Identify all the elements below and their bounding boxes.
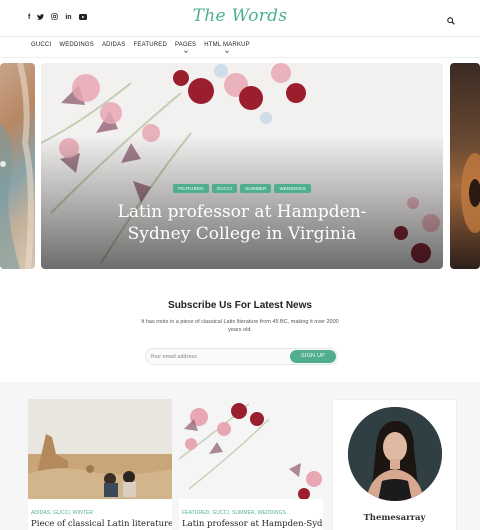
- hero-tag[interactable]: SUMMER: [240, 184, 272, 193]
- subscribe-title: Subscribe Us For Latest News: [168, 300, 312, 311]
- nav-item-weddings[interactable]: WEDDINGS: [59, 42, 94, 48]
- post-title[interactable]: Latin professor at Hampden-Sydney: [182, 519, 323, 529]
- site-logo[interactable]: The Words: [0, 6, 480, 26]
- posts-section: ADIDAS, GUCCI, WINTER Piece of classical…: [0, 382, 480, 530]
- subscribe-form: SIGN UP: [145, 348, 338, 365]
- avatar[interactable]: [348, 407, 442, 501]
- nav-item-pages-label: PAGES: [175, 42, 197, 48]
- site-header: f in The Words: [0, 0, 480, 36]
- hero-tag[interactable]: WEDDINGS: [274, 184, 311, 193]
- slide-previous[interactable]: [0, 63, 35, 269]
- post-image[interactable]: [28, 399, 172, 499]
- guitar-image: [461, 153, 480, 233]
- author-widget: Themesarray: [332, 399, 457, 530]
- slide-next[interactable]: [450, 63, 480, 269]
- author-name[interactable]: Themesarray: [333, 513, 456, 523]
- nav-item-html-markup-label: HTML MARKUP: [204, 42, 250, 48]
- email-field[interactable]: [150, 351, 280, 363]
- chevron-down-icon: [225, 49, 230, 53]
- subscribe-description: It has roots in a piece of classical Lat…: [141, 319, 339, 333]
- post-card[interactable]: ADIDAS, GUCCI, WINTER Piece of classical…: [28, 399, 172, 530]
- hero-slide[interactable]: FEATURED GUCCI SUMMER WEDDINGS Latin pro…: [41, 63, 443, 269]
- nav-item-html-markup[interactable]: HTML MARKUP: [204, 42, 250, 53]
- post-card[interactable]: FEATURED, GUCCI, SUMMER, WEDDINGS Latin …: [179, 399, 323, 530]
- nav-item-adidas[interactable]: ADIDAS: [102, 42, 126, 48]
- hero-tag[interactable]: GUCCI: [211, 184, 238, 193]
- nav-item-gucci[interactable]: GUCCI: [31, 42, 51, 48]
- hero-tag[interactable]: FEATURED: [173, 184, 209, 193]
- nav-item-pages[interactable]: PAGES: [175, 42, 197, 53]
- slider-prev-button[interactable]: [0, 161, 6, 167]
- post-image[interactable]: [179, 399, 323, 499]
- post-categories[interactable]: FEATURED, GUCCI, SUMMER, WEDDINGS: [182, 510, 286, 516]
- hero-title[interactable]: Latin professor at Hampden-Sydney Colleg…: [101, 201, 383, 245]
- chevron-down-icon: [183, 49, 188, 53]
- nav-item-featured[interactable]: FEATURED: [134, 42, 168, 48]
- beach-image: [0, 63, 34, 269]
- nav-divider: [0, 57, 480, 58]
- subscribe-section: Subscribe Us For Latest News It has root…: [0, 280, 480, 380]
- sign-up-button[interactable]: SIGN UP: [290, 350, 336, 363]
- post-categories[interactable]: ADIDAS, GUCCI, WINTER: [31, 510, 93, 516]
- header-divider: [0, 36, 480, 37]
- main-nav: GUCCI WEDDINGS ADIDAS FEATURED PAGES HTM…: [31, 42, 250, 53]
- post-title[interactable]: Piece of classical Latin literature: [31, 519, 172, 529]
- search-icon[interactable]: [447, 12, 457, 25]
- hero-tags: FEATURED GUCCI SUMMER WEDDINGS: [41, 184, 443, 193]
